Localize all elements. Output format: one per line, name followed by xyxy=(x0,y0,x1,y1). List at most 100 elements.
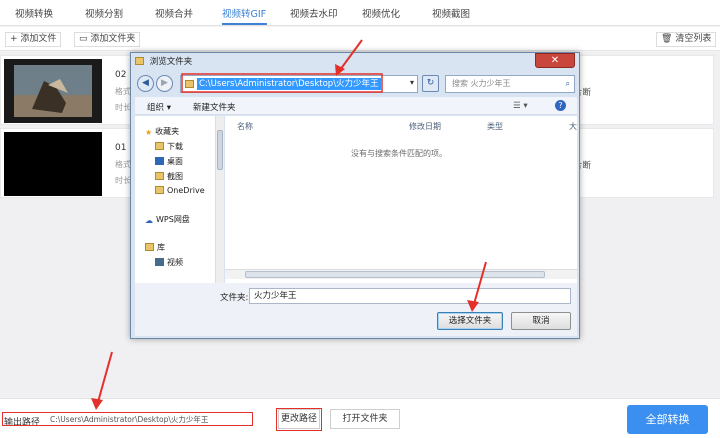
nav-item-label: 下载 xyxy=(167,142,183,151)
nav-item-label: 桌面 xyxy=(167,157,183,166)
address-path: C:\Users\Administrator\Desktop\火力少年王 xyxy=(197,78,381,90)
folder-name-value: 火力少年王 xyxy=(254,291,297,301)
wps-cloud-icon: ☁ xyxy=(145,216,153,225)
scrollbar-thumb[interactable] xyxy=(245,271,545,278)
cloud-icon xyxy=(155,186,164,194)
add-folder-label: 添加文件夹 xyxy=(90,34,136,44)
folder-label: 文件夹: xyxy=(220,293,249,303)
tab-video-watermark[interactable]: 视频去水印 xyxy=(290,6,338,20)
nav-item-screenshots[interactable]: 截图 xyxy=(155,171,183,182)
column-name[interactable]: 名称 xyxy=(237,121,253,132)
tab-video-split[interactable]: 视频分割 xyxy=(85,6,123,20)
folder-icon xyxy=(135,57,144,65)
dialog-close-button[interactable]: ✕ xyxy=(535,53,575,68)
folder-icon xyxy=(185,80,194,88)
select-folder-label: 选择文件夹 xyxy=(448,316,492,326)
active-tab-indicator xyxy=(222,23,267,25)
add-file-label: 添加文件 xyxy=(20,34,57,44)
folder-name-input[interactable]: 火力少年王 xyxy=(249,288,571,304)
star-icon: ★ xyxy=(145,128,153,137)
nav-item-wps-cloud[interactable]: ☁ WPS网盘 xyxy=(145,214,190,225)
scrollbar-thumb[interactable] xyxy=(217,130,223,170)
file-toolbar: + 添加文件 ▭ 添加文件夹 🗑 清空列表 xyxy=(0,27,720,51)
help-icon[interactable]: ? xyxy=(555,100,566,111)
nav-item-label: WPS网盘 xyxy=(156,215,190,224)
nav-item-label: OneDrive xyxy=(167,186,205,195)
tab-video-convert[interactable]: 视频转换 xyxy=(15,6,53,20)
tab-video-optimize[interactable]: 视频优化 xyxy=(362,6,400,20)
refresh-icon: ↻ xyxy=(426,78,435,88)
highlight-box xyxy=(2,412,253,426)
new-folder-button[interactable]: 新建文件夹 xyxy=(193,101,236,113)
dialog-footer: 文件夹: 火力少年王 选择文件夹 取消 xyxy=(135,283,577,336)
file-name: 02 xyxy=(115,70,127,80)
file-format: 格式 xyxy=(115,160,131,169)
forward-arrow-icon: ▶ xyxy=(161,78,168,88)
column-type[interactable]: 类型 xyxy=(487,121,503,132)
nav-item-downloads[interactable]: 下载 xyxy=(155,141,183,152)
nav-item-videos[interactable]: 视频 xyxy=(155,257,183,268)
thumbnail-image xyxy=(4,59,102,123)
search-input[interactable]: 搜索 火力少年王 ⌕ xyxy=(445,75,575,93)
folder-icon xyxy=(155,172,164,180)
tab-video-merge[interactable]: 视频合并 xyxy=(155,6,193,20)
video-thumbnail xyxy=(4,59,102,123)
video-library-icon xyxy=(155,258,164,266)
nav-item-label: 截图 xyxy=(167,172,183,181)
back-arrow-icon: ◀ xyxy=(142,78,149,88)
cancel-label: 取消 xyxy=(532,316,550,326)
nav-item-onedrive[interactable]: OneDrive xyxy=(155,186,205,195)
open-folder-button[interactable]: 打开文件夹 xyxy=(330,409,400,429)
clear-list-label: 清空列表 xyxy=(675,34,712,44)
column-size[interactable]: 大 xyxy=(569,121,577,132)
file-pane: 名称 修改日期 类型 大 没有与搜索条件匹配的项。 xyxy=(225,116,577,283)
convert-all-label: 全部转换 xyxy=(645,413,690,426)
chevron-down-icon[interactable]: ▾ xyxy=(410,78,414,87)
back-button[interactable]: ◀ xyxy=(137,75,154,92)
view-options-icon[interactable]: ☰ ▾ xyxy=(513,101,528,111)
bottom-bar: 输出路径 C:\Users\Administrator\Desktop\火力少年… xyxy=(0,398,720,438)
plus-icon: + xyxy=(10,34,18,44)
dialog-title: 浏览文件夹 xyxy=(149,57,193,67)
organize-menu[interactable]: 组织 ▾ xyxy=(147,101,171,113)
search-placeholder: 搜索 火力少年王 xyxy=(452,79,511,88)
file-pane-scrollbar[interactable] xyxy=(225,269,577,279)
highlight-box xyxy=(276,408,322,431)
column-modified[interactable]: 修改日期 xyxy=(409,121,441,132)
refresh-button[interactable]: ↻ xyxy=(422,75,439,92)
file-duration: 时长 xyxy=(115,103,131,112)
cancel-button[interactable]: 取消 xyxy=(511,312,571,330)
forward-button[interactable]: ▶ xyxy=(156,75,173,92)
address-bar[interactable]: C:\Users\Administrator\Desktop\火力少年王 ▾ xyxy=(180,75,418,93)
browse-folder-dialog: 浏览文件夹 ✕ ◀ ▶ C:\Users\Administrator\Deskt… xyxy=(130,52,580,339)
dialog-title-bar: 浏览文件夹 xyxy=(135,55,192,69)
nav-item-label: 收藏夹 xyxy=(155,127,180,136)
nav-item-favorites[interactable]: ★ 收藏夹 xyxy=(145,126,179,137)
open-folder-label: 打开文件夹 xyxy=(342,414,388,424)
nav-item-desktop[interactable]: 桌面 xyxy=(155,156,183,167)
convert-all-button[interactable]: 全部转换 xyxy=(627,405,708,434)
clear-list-button[interactable]: 🗑 清空列表 xyxy=(656,32,717,47)
file-duration: 时长 xyxy=(115,176,131,185)
video-thumbnail xyxy=(4,132,102,196)
library-icon xyxy=(145,243,154,251)
address-row: ◀ ▶ C:\Users\Administrator\Desktop\火力少年王… xyxy=(135,73,577,95)
trash-icon: 🗑 xyxy=(661,34,673,44)
select-folder-button[interactable]: 选择文件夹 xyxy=(437,312,503,330)
file-format: 格式 xyxy=(115,87,131,96)
download-folder-icon xyxy=(155,142,164,150)
add-folder-button[interactable]: ▭ 添加文件夹 xyxy=(74,32,141,47)
navigation-pane: ★ 收藏夹 下载 桌面 截图 OneDrive ☁ WPS网盘 库 视频 xyxy=(135,116,223,283)
nav-item-libraries[interactable]: 库 xyxy=(145,242,165,253)
tab-video-to-gif[interactable]: 视频转GIF xyxy=(222,6,266,20)
nav-item-label: 库 xyxy=(157,243,165,252)
add-file-button[interactable]: + 添加文件 xyxy=(5,32,62,47)
folder-icon: ▭ xyxy=(79,34,88,44)
desktop-icon xyxy=(155,157,164,165)
navigation-scrollbar[interactable] xyxy=(215,116,224,283)
main-tab-bar: 视频转换 视频分割 视频合并 视频转GIF 视频去水印 视频优化 视频截图 xyxy=(0,0,720,26)
empty-message: 没有与搜索条件匹配的项。 xyxy=(351,149,447,158)
file-name: 01 xyxy=(115,143,127,153)
nav-item-label: 视频 xyxy=(167,258,183,267)
tab-video-screenshot[interactable]: 视频截图 xyxy=(432,6,470,20)
